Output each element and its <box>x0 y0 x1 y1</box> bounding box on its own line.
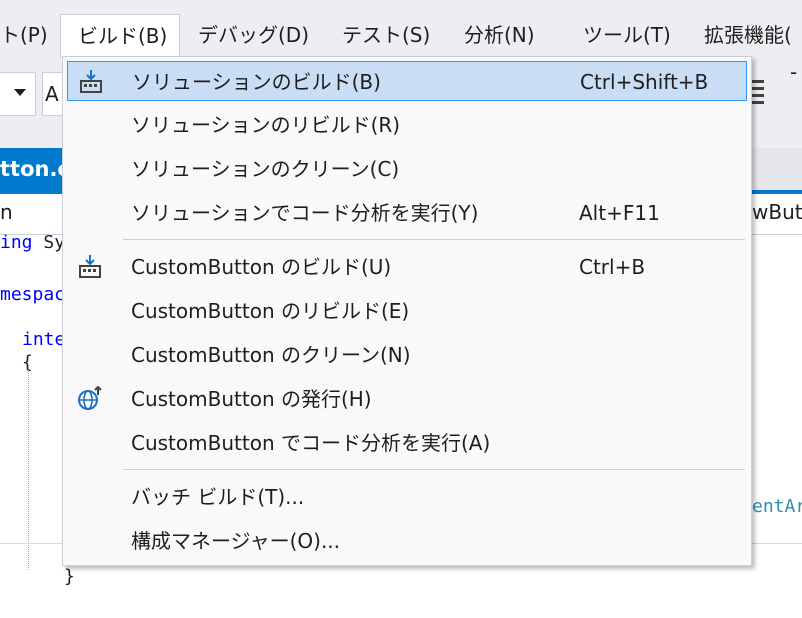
menu-item-rebuild-project[interactable]: CustomButton のリビルド(E) <box>67 291 747 331</box>
code-line-namespace: mespac <box>0 284 65 305</box>
build-menu-dropdown: ソリューションのビルド(B) Ctrl+Shift+B ソリューションのリビルド… <box>62 56 752 566</box>
indent-guide <box>28 370 29 570</box>
nav-project-dropdown[interactable]: n <box>0 200 13 224</box>
menu-item-label: CustomButton でコード分析を実行(A) <box>131 431 491 455</box>
build-icon <box>80 70 102 93</box>
menu-item-analyze-project[interactable]: CustomButton でコード分析を実行(A) <box>67 423 747 463</box>
menu-item-label: ソリューションのリビルド(R) <box>131 113 401 137</box>
configuration-combo[interactable] <box>0 72 36 116</box>
platform-combo[interactable]: A <box>42 72 64 116</box>
menu-test[interactable]: テスト(S) <box>342 14 430 56</box>
menu-item-clean-project[interactable]: CustomButton のクリーン(N) <box>67 335 747 375</box>
code-keyword: inte <box>22 329 66 350</box>
code-line-interface: inte <box>22 329 65 350</box>
menu-tools[interactable]: ツール(T) <box>583 14 671 56</box>
menu-item-clean-solution[interactable]: ソリューションのクリーン(C) <box>67 149 747 189</box>
menu-item-shortcut: Alt+F11 <box>579 201 660 225</box>
code-keyword: mespac <box>0 284 66 305</box>
menu-item-analyze-solution[interactable]: ソリューションでコード分析を実行(Y) Alt+F11 <box>67 193 747 233</box>
document-tab-right[interactable] <box>752 148 802 190</box>
code-type-fragment: entAr <box>752 496 802 517</box>
menu-item-build-solution[interactable]: ソリューションのビルド(B) Ctrl+Shift+B <box>67 61 747 101</box>
menu-item-publish-project[interactable]: CustomButton の発行(H) <box>67 379 747 419</box>
menu-item-configuration-manager[interactable]: 構成マネージャー(O)... <box>67 521 747 561</box>
chevron-down-icon <box>14 89 26 96</box>
code-brace-close: } <box>64 566 75 587</box>
menu-project[interactable]: ト(P) <box>0 14 48 56</box>
menu-build[interactable]: ビルド(B) <box>60 14 180 58</box>
menu-item-label: 構成マネージャー(O)... <box>131 529 341 553</box>
menu-extensions[interactable]: 拡張機能( <box>704 14 802 56</box>
menu-item-rebuild-solution[interactable]: ソリューションのリビルド(R) <box>67 105 747 145</box>
toolbar-overflow[interactable]: - <box>790 60 797 84</box>
menu-separator <box>123 239 745 240</box>
menu-item-label: ソリューションでコード分析を実行(Y) <box>131 201 479 225</box>
menu-debug[interactable]: デバッグ(D) <box>198 14 309 56</box>
code-line-using: ing Sy <box>0 232 65 253</box>
menu-item-shortcut: Ctrl+B <box>579 255 646 279</box>
menu-analyze[interactable]: 分析(N) <box>464 14 535 56</box>
document-tab-active[interactable]: tton.c <box>0 148 64 190</box>
menu-item-build-project[interactable]: CustomButton のビルド(U) Ctrl+B <box>67 247 747 287</box>
code-text: Sy <box>32 232 66 253</box>
menu-item-batch-build[interactable]: バッチ ビルド(T)... <box>67 477 747 517</box>
globe-publish-icon <box>78 386 102 410</box>
code-keyword: ing <box>0 232 33 253</box>
menu-item-shortcut: Ctrl+Shift+B <box>580 70 709 94</box>
build-icon <box>79 255 101 278</box>
menu-item-label: ソリューションのクリーン(C) <box>131 157 400 181</box>
menu-item-label: バッチ ビルド(T)... <box>131 485 305 509</box>
nav-member-dropdown[interactable]: wBut <box>752 200 802 224</box>
menu-item-label: CustomButton のリビルド(E) <box>131 299 410 323</box>
menu-item-label: CustomButton のビルド(U) <box>131 255 392 279</box>
menu-item-label: ソリューションのビルド(B) <box>132 70 381 94</box>
menu-item-label: CustomButton のクリーン(N) <box>131 343 411 367</box>
menu-item-label: CustomButton の発行(H) <box>131 387 372 411</box>
menu-separator <box>123 469 745 470</box>
toolbar-lines-icon[interactable] <box>750 76 764 112</box>
